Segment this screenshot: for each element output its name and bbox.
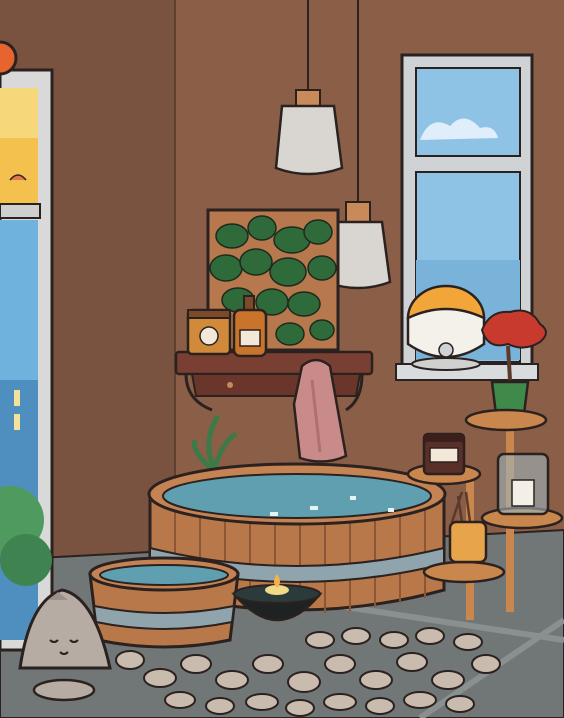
bathroom-scene (0, 0, 564, 718)
candle-jar[interactable] (186, 308, 232, 356)
candle-jar-dark[interactable] (422, 432, 466, 476)
glass-door[interactable] (0, 68, 54, 652)
wooden-bucket[interactable] (88, 556, 240, 649)
glass-lantern[interactable] (496, 452, 550, 516)
